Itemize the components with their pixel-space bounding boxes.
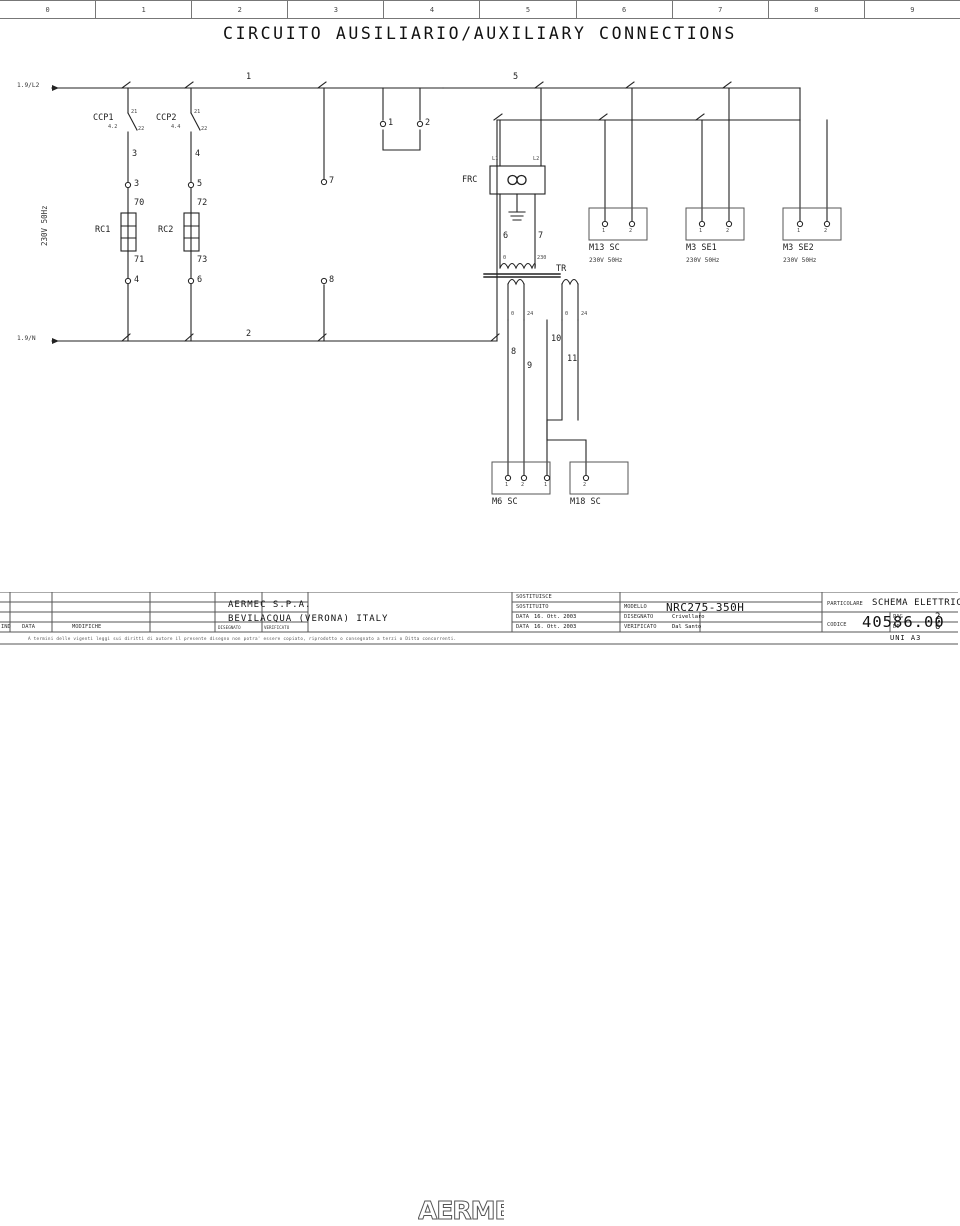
codice-value: 40586.00 [862, 613, 945, 631]
terminal-2-label: 2 [425, 118, 431, 128]
data1-value: 16. Ott. 2003 [534, 614, 577, 620]
transformer-sec-b-0: 0 [565, 311, 569, 317]
pag-label: PAG [893, 614, 903, 620]
rev-header-modifiche: MODIFICHE [72, 624, 102, 630]
di-value: 6 [935, 622, 941, 632]
filter-input-l2-label: L2 [533, 156, 540, 162]
load-m3se2-terminal-1: 1 [797, 228, 801, 234]
svg-text:AERMEC: AERMEC [418, 1196, 504, 1225]
filter-frc-label: FRC [462, 175, 478, 185]
load-m6sc-terminal-1: 1 [505, 482, 509, 488]
rev-header-disegnato: DISEGNATO [218, 625, 241, 630]
load-m18sc-terminal-2: 2 [583, 482, 587, 488]
filter-symbol [507, 174, 527, 186]
transformer-sec-a-24: 24 [527, 311, 534, 317]
line-ref-label: 1.9/L2 [17, 82, 40, 89]
di-label: DI [893, 624, 900, 630]
pag-value: 2 [935, 612, 941, 622]
rc2-terminal-bottom: 6 [197, 275, 203, 285]
data2-label: DATA [516, 624, 529, 630]
contact-ccp2-xref: 4.4 [171, 124, 181, 130]
rc1-wire-top: 70 [134, 198, 145, 208]
contact-ccp2-label: CCP2 [156, 113, 177, 123]
contact-ccp1-terminal-21: 21 [131, 109, 138, 115]
rev-header-verificato: VERIFICATO [264, 625, 290, 630]
data2-value: 16. Ott. 2003 [534, 624, 577, 630]
load-m6sc-label: M6 SC [492, 497, 518, 507]
filter-output-6-label: 6 [503, 231, 509, 241]
aermec-logo: AERMEC [418, 1196, 504, 1226]
rc2-terminal-top: 5 [197, 179, 203, 189]
rev-header-ind: IND [1, 624, 11, 630]
rev-header-data: DATA [22, 624, 35, 630]
rc2-wire-bottom: 73 [197, 255, 208, 265]
wire-label-11: 11 [567, 354, 578, 364]
wire-label-10: 10 [551, 334, 562, 344]
data1-label: DATA [516, 614, 529, 620]
contact-ccp2-terminal-22: 22 [201, 126, 208, 132]
filter-output-7-label: 7 [538, 231, 544, 241]
transformer-sec-b-24: 24 [581, 311, 588, 317]
filter-input-l1-label: L1 [492, 156, 499, 162]
load-m13sc-label: M13 SC [589, 243, 620, 253]
particolare-label: PARTICOLARE [827, 601, 863, 607]
codice-label: CODICE [827, 622, 847, 628]
terminal-7-label: 7 [329, 176, 335, 186]
standard-label: UNI A3 [890, 634, 922, 642]
transformer-label: TR [556, 264, 567, 274]
load-m3se1-terminal-2: 2 [726, 228, 730, 234]
load-m3se1-label: M3 SE1 [686, 243, 717, 253]
particolare-value: SCHEMA ELETTRICO [872, 598, 960, 608]
wire-label-9: 9 [527, 361, 533, 371]
modello-label: MODELLO [624, 604, 647, 610]
contact-ccp1-label: CCP1 [93, 113, 114, 123]
wire-label-8: 8 [511, 347, 517, 357]
load-m13sc-terminal-2: 2 [629, 228, 633, 234]
terminal-1-label: 1 [388, 118, 394, 128]
rc1-terminal-bottom: 4 [134, 275, 140, 285]
contact-ccp2-terminal-21: 21 [194, 109, 201, 115]
copyright-disclaimer: A termini delle vigenti leggi sui diritt… [28, 637, 457, 642]
terminal-8-label: 8 [329, 275, 335, 285]
load-m3se2-rating: 230V 50Hz [783, 257, 817, 264]
load-m3se2-label: M3 SE2 [783, 243, 814, 253]
rail-label-top-left: 1 [246, 72, 252, 82]
load-m13sc-rating: 230V 50Hz [589, 257, 623, 264]
wire-label-3: 3 [132, 149, 138, 159]
load-m3se1-rating: 230V 50Hz [686, 257, 720, 264]
rail-label-top-mid: 5 [513, 72, 519, 82]
verificato-value: Dal Santo [672, 624, 702, 630]
load-m13sc-terminal-1: 1 [602, 228, 606, 234]
company-address: BEVILACQUA (VERONA) ITALY [228, 614, 389, 624]
neutral-ref-label: 1.9/N [17, 335, 36, 342]
transformer-primary-0: 0 [503, 255, 507, 261]
rc2-wire-top: 72 [197, 198, 208, 208]
transformer-primary-230: 230 [537, 255, 547, 261]
load-m6sc-terminal-2: 2 [521, 482, 525, 488]
transformer-sec-a-0: 0 [511, 311, 515, 317]
load-m18sc-label: M18 SC [570, 497, 601, 507]
load-m3se1-terminal-1: 1 [699, 228, 703, 234]
drawing-sheet: 0 1 2 3 4 5 6 7 8 9 CIRCUITO AUSILIARIO/… [0, 0, 960, 1226]
wire-label-4: 4 [195, 149, 201, 159]
disegnato-value: Crivellaro [672, 614, 705, 620]
load-m3se2-terminal-2: 2 [824, 228, 828, 234]
contact-ccp1-xref: 4.2 [108, 124, 118, 130]
supply-voltage-label: 230V 50Hz [40, 205, 49, 246]
sostituito-label: SOSTITUITO [516, 604, 549, 610]
schematic-wiring [51, 81, 842, 495]
contact-ccp1-terminal-22: 22 [138, 126, 145, 132]
modello-value: NRC275-350H [666, 601, 745, 614]
relay-rc2-label: RC2 [158, 225, 174, 235]
verificato-label: VERIFICATO [624, 624, 657, 630]
relay-rc1-label: RC1 [95, 225, 111, 235]
rail-label-bottom-left: 2 [246, 329, 252, 339]
sostituisce-label: SOSTITUISCE [516, 594, 552, 600]
disegnato-label: DISEGNATO [624, 614, 654, 620]
company-name: AERMEC S.P.A. [228, 600, 312, 610]
rc1-wire-bottom: 71 [134, 255, 145, 265]
load-m18sc-terminal-1: 1 [544, 482, 548, 488]
rc1-terminal-top: 3 [134, 179, 140, 189]
